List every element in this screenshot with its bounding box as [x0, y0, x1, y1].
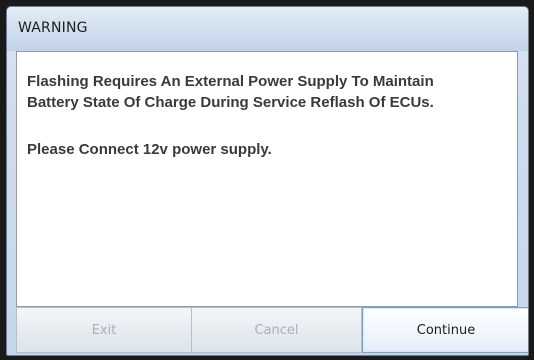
- continue-button[interactable]: Continue: [362, 307, 528, 353]
- warning-dialog: WARNING Flashing Requires An External Po…: [6, 6, 529, 356]
- message-line-1: Flashing Requires An External Power Supp…: [27, 73, 434, 90]
- window-title: WARNING: [18, 20, 88, 36]
- button-bar: Exit Cancel Continue: [16, 307, 528, 353]
- message-line-3: Please Connect 12v power supply.: [27, 141, 272, 158]
- message-line-2: Battery State Of Charge During Service R…: [27, 94, 434, 111]
- title-bar[interactable]: WARNING: [7, 7, 528, 51]
- exit-button[interactable]: Exit: [16, 307, 192, 353]
- message-panel: Flashing Requires An External Power Supp…: [16, 51, 518, 307]
- cancel-button[interactable]: Cancel: [192, 307, 362, 353]
